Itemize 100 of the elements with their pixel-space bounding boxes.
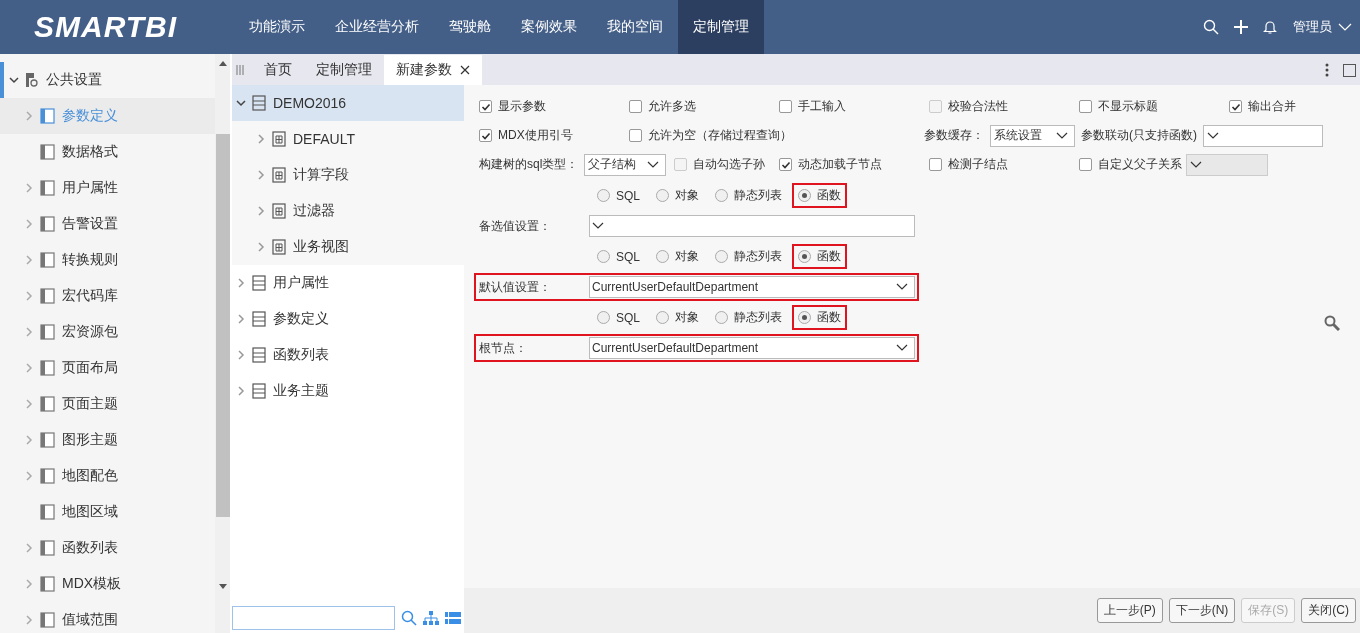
tree-item[interactable]: 业务视图 <box>232 229 464 265</box>
search-icon[interactable] <box>401 610 417 626</box>
chevron-right-icon[interactable] <box>24 255 34 265</box>
tree-item[interactable]: 参数定义 <box>232 301 464 337</box>
chevron-right-icon[interactable] <box>24 291 34 301</box>
chevron-right-icon[interactable] <box>236 350 246 360</box>
nav-tab[interactable]: 我的空间 <box>592 0 678 54</box>
bell-icon[interactable] <box>1263 19 1277 35</box>
chevron-down-icon[interactable] <box>647 160 660 169</box>
checkbox[interactable] <box>1229 100 1242 113</box>
plus-icon[interactable] <box>1233 19 1249 35</box>
radio-button[interactable] <box>715 250 728 263</box>
radio-button[interactable] <box>798 250 811 263</box>
chevron-down-icon[interactable] <box>236 98 246 108</box>
tree-item[interactable]: 过滤器 <box>232 193 464 229</box>
chevron-down-icon[interactable] <box>896 344 908 352</box>
checkbox[interactable] <box>1079 100 1092 113</box>
tab[interactable]: 定制管理 <box>304 55 384 85</box>
tree-item[interactable]: 函数列表 <box>232 337 464 373</box>
checkbox[interactable] <box>479 100 492 113</box>
nav-tab[interactable]: 案例效果 <box>506 0 592 54</box>
radio-button[interactable] <box>656 250 669 263</box>
maximize-icon[interactable] <box>1343 63 1356 77</box>
dropdown[interactable]: CurrentUserDefaultDepartment <box>589 337 915 359</box>
close-icon[interactable] <box>460 65 470 75</box>
radio-button[interactable] <box>715 189 728 202</box>
chevron-right-icon[interactable] <box>256 242 266 252</box>
chevron-right-icon[interactable] <box>24 219 34 229</box>
checkbox[interactable] <box>479 129 492 142</box>
chevron-down-icon[interactable] <box>1207 131 1219 140</box>
chevron-right-icon[interactable] <box>236 386 246 396</box>
radio-button[interactable] <box>597 189 610 202</box>
radio-button[interactable] <box>597 311 610 324</box>
tree-item[interactable]: 用户属性 <box>232 265 464 301</box>
chevron-right-icon[interactable] <box>24 363 34 373</box>
chevron-right-icon[interactable] <box>236 314 246 324</box>
chevron-right-icon[interactable] <box>256 134 266 144</box>
chevron-right-icon[interactable] <box>236 278 246 288</box>
checkbox[interactable] <box>629 100 642 113</box>
hierarchy-icon[interactable] <box>423 611 439 625</box>
chevron-right-icon[interactable] <box>24 435 34 445</box>
tree-item[interactable]: DEFAULT <box>232 121 464 157</box>
nav-tab[interactable]: 驾驶舱 <box>434 0 506 54</box>
sidebar-item[interactable]: 告警设置 <box>0 206 215 242</box>
radio-button[interactable] <box>715 311 728 324</box>
chevron-down-icon[interactable] <box>896 283 908 291</box>
tab[interactable]: 首页 <box>252 55 304 85</box>
checkbox[interactable] <box>929 158 942 171</box>
sidebar-item[interactable]: 宏资源包 <box>0 314 215 350</box>
radio-button[interactable] <box>656 311 669 324</box>
tree-item[interactable]: 业务主题 <box>232 373 464 409</box>
chevron-right-icon[interactable] <box>24 327 34 337</box>
chevron-right-icon[interactable] <box>24 615 34 625</box>
more-icon[interactable] <box>1325 63 1329 77</box>
tree-item[interactable]: DEMO2016 <box>232 85 464 121</box>
sidebar-group[interactable]: 公共设置 <box>0 62 215 98</box>
chevron-right-icon[interactable] <box>256 206 266 216</box>
chevron-right-icon[interactable] <box>24 543 34 553</box>
scroll-down-icon[interactable] <box>218 584 227 590</box>
chevron-right-icon[interactable] <box>24 579 34 589</box>
sidebar-item[interactable]: 地图配色 <box>0 458 215 494</box>
chevron-down-icon[interactable] <box>1056 131 1068 140</box>
action-button[interactable]: 下一步(N) <box>1168 598 1236 623</box>
dropdown[interactable]: 父子结构 <box>584 153 667 176</box>
tree-item[interactable]: 计算字段 <box>232 157 464 193</box>
sidebar-item[interactable]: 页面布局 <box>0 350 215 386</box>
checkbox[interactable] <box>779 158 792 171</box>
search-icon[interactable] <box>1203 19 1219 35</box>
search-icon[interactable] <box>1324 315 1340 331</box>
list-icon[interactable] <box>445 612 461 624</box>
search-field[interactable] <box>232 606 395 630</box>
chevron-right-icon[interactable] <box>256 170 266 180</box>
nav-tab[interactable]: 功能演示 <box>234 0 320 54</box>
sidebar-item[interactable]: 宏代码库 <box>0 278 215 314</box>
checkbox[interactable] <box>629 129 642 142</box>
grip-icon[interactable] <box>236 65 244 75</box>
radio-button[interactable] <box>597 250 610 263</box>
sidebar-item[interactable]: 地图区域 <box>0 494 215 530</box>
dropdown[interactable]: CurrentUserDefaultDepartment <box>589 276 915 298</box>
sidebar-item[interactable]: 函数列表 <box>0 530 215 566</box>
checkbox[interactable] <box>779 100 792 113</box>
chevron-down-icon[interactable] <box>9 75 19 85</box>
scrollbar-thumb[interactable] <box>215 134 230 517</box>
tab[interactable]: 新建参数 <box>384 55 482 85</box>
radio-button[interactable] <box>656 189 669 202</box>
checkbox[interactable] <box>1079 158 1092 171</box>
user-menu[interactable]: 管理员 <box>1293 18 1332 36</box>
sidebar-item[interactable]: 页面主题 <box>0 386 215 422</box>
chevron-right-icon[interactable] <box>24 111 34 121</box>
dropdown[interactable]: 系统设置 <box>990 124 1075 147</box>
chevron-right-icon[interactable] <box>24 471 34 481</box>
radio-button[interactable] <box>798 189 811 202</box>
action-button[interactable]: 上一步(P) <box>1096 598 1163 623</box>
logo[interactable]: SMARTBI <box>34 10 234 44</box>
radio-button[interactable] <box>798 311 811 324</box>
scrollbar[interactable] <box>215 54 230 633</box>
sidebar-item[interactable]: 值域范围 <box>0 602 215 633</box>
chevron-down-icon[interactable] <box>592 222 604 230</box>
sidebar-item[interactable]: 转换规则 <box>0 242 215 278</box>
sidebar-item[interactable]: MDX模板 <box>0 566 215 602</box>
